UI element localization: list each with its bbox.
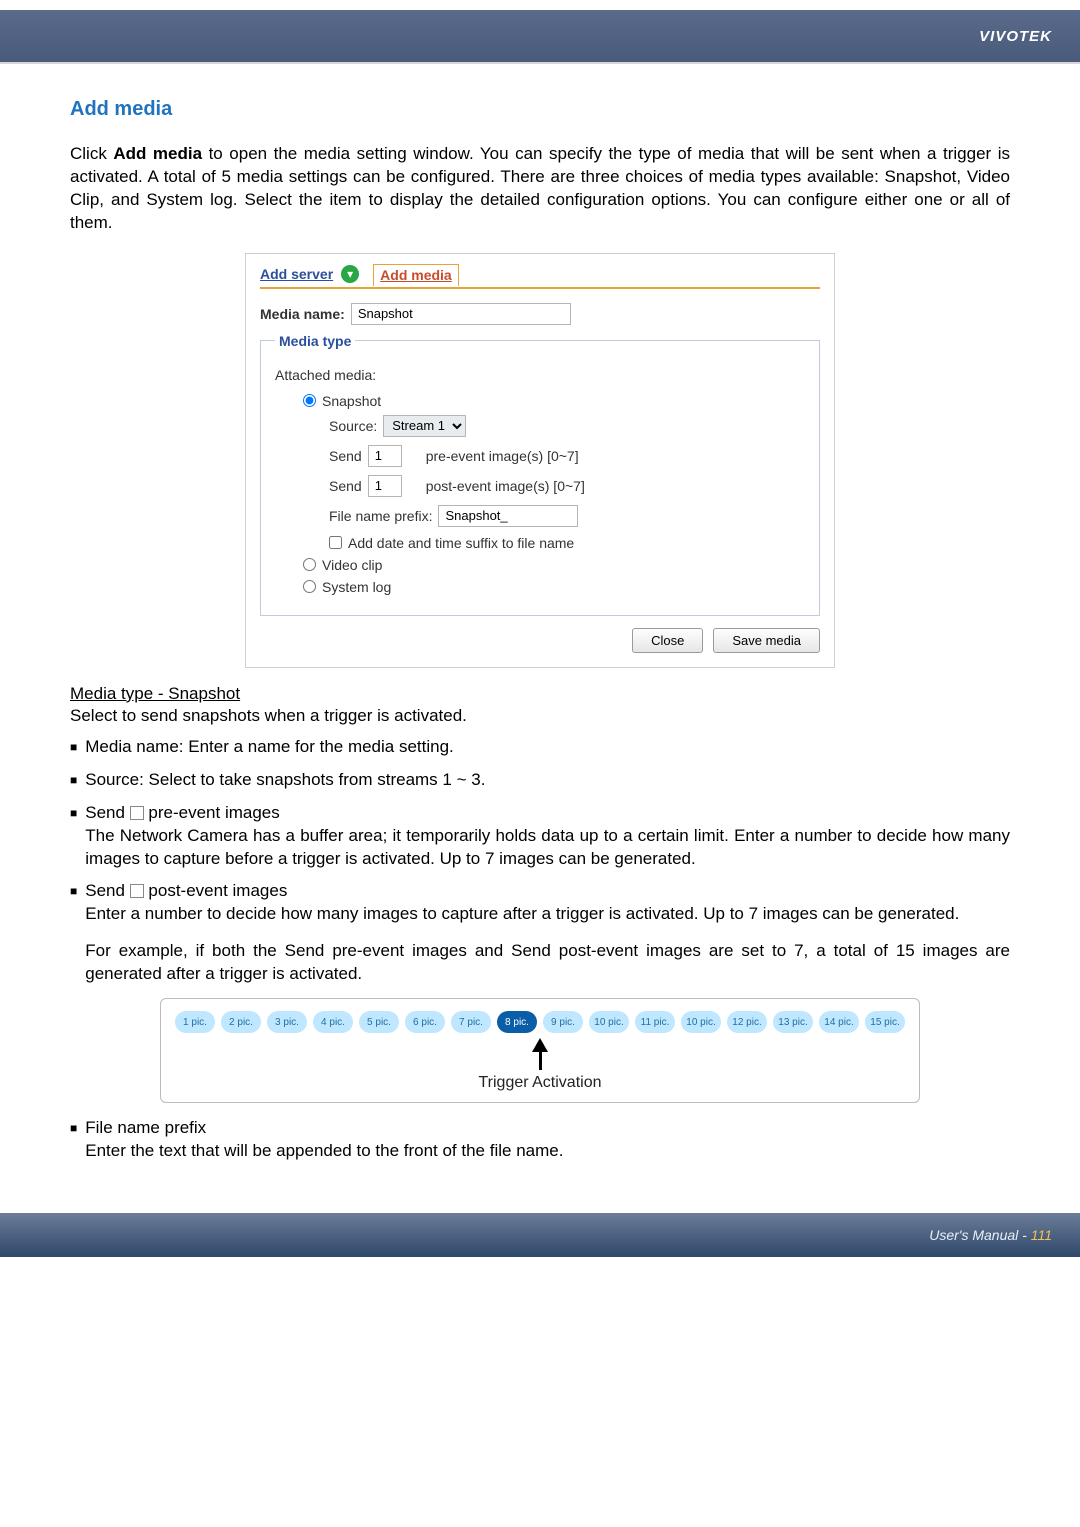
pic-item: 10 pic. (589, 1011, 629, 1033)
pic-item: 10 pic. (681, 1011, 721, 1033)
radio-syslog-row[interactable]: System log (303, 579, 805, 595)
bullet-post-event: ■ Send post-event images Enter a number … (70, 880, 1010, 986)
pic-item: 3 pic. (267, 1011, 307, 1033)
attached-media-label: Attached media: (275, 367, 805, 383)
header-band: VIVOTEK (0, 10, 1080, 62)
pic-item: 15 pic. (865, 1011, 905, 1033)
radio-video[interactable] (303, 558, 316, 571)
bullet-file-prefix: ■ File name prefix Enter the text that w… (70, 1117, 1010, 1163)
bullet-icon: ■ (70, 880, 77, 986)
bullet-icon: ■ (70, 736, 77, 759)
inline-box-icon (130, 884, 144, 898)
b3-body: The Network Camera has a buffer area; it… (85, 825, 1010, 871)
media-type-fieldset: Media type Attached media: Snapshot Sour… (260, 333, 820, 616)
bullet-pre-event: ■ Send pre-event images The Network Came… (70, 802, 1010, 871)
bullet-source: ■ Source: Select to take snapshots from … (70, 769, 1010, 792)
pic-item: 12 pic. (727, 1011, 767, 1033)
media-name-input[interactable] (351, 303, 571, 325)
pic-item: 14 pic. (819, 1011, 859, 1033)
bullet-icon: ■ (70, 769, 77, 792)
radio-video-label: Video clip (322, 557, 382, 573)
send-pre-label: Send (329, 448, 362, 464)
source-label: Source: (329, 418, 377, 434)
radio-video-row[interactable]: Video clip (303, 557, 805, 573)
pic-item: 9 pic. (543, 1011, 583, 1033)
b5-head: File name prefix (85, 1117, 1010, 1140)
b5-body: Enter the text that will be appended to … (85, 1140, 1010, 1163)
post-event-count-input[interactable] (368, 475, 402, 497)
trigger-diagram: 1 pic. 2 pic. 3 pic. 4 pic. 5 pic. 6 pic. 7 pi… (160, 998, 920, 1103)
save-media-button[interactable]: Save media (713, 628, 820, 653)
intro-paragraph: Click Add media to open the media settin… (70, 143, 1010, 235)
section-title: Add media (70, 98, 1010, 121)
pic-item: 11 pic. (635, 1011, 675, 1033)
pic-item: 6 pic. (405, 1011, 445, 1033)
date-suffix-row[interactable]: Add date and time suffix to file name (329, 535, 805, 551)
send-post-label: Send (329, 478, 362, 494)
radio-snapshot-row[interactable]: Snapshot (303, 393, 805, 409)
intro-bold: Add media (113, 144, 202, 163)
b3-lead: Send (85, 803, 129, 822)
arrow-up-icon (532, 1038, 548, 1070)
b4-body: Enter a number to decide how many images… (85, 903, 1010, 926)
close-button[interactable]: Close (632, 628, 703, 653)
pic-item: 1 pic. (175, 1011, 215, 1033)
intro-rest: to open the media setting window. You ca… (70, 144, 1010, 232)
post-event-suffix: post-event image(s) [0~7] (426, 478, 585, 494)
pic-item: 5 pic. (359, 1011, 399, 1033)
file-prefix-label: File name prefix: (329, 508, 432, 524)
radio-snapshot[interactable] (303, 394, 316, 407)
date-suffix-label: Add date and time suffix to file name (348, 535, 574, 551)
bullet-icon: ■ (70, 1117, 77, 1163)
intro-prefix: Click (70, 144, 113, 163)
footer-text: User's Manual - 111 (929, 1227, 1052, 1243)
pics-row: 1 pic. 2 pic. 3 pic. 4 pic. 5 pic. 6 pic. 7 pi… (175, 1011, 905, 1033)
bullet-icon: ■ (70, 802, 77, 871)
bullet-list: ■ Media name: Enter a name for the media… (70, 736, 1010, 986)
media-settings-panel: Add server ▾ Add media Media name: Media… (245, 253, 835, 668)
pic-trigger: 8 pic. (497, 1011, 537, 1033)
footer-band: User's Manual - 111 (0, 1213, 1080, 1257)
radio-snapshot-label: Snapshot (322, 393, 381, 409)
brand-label: VIVOTEK (979, 28, 1052, 45)
file-prefix-input[interactable] (438, 505, 578, 527)
tab-add-server[interactable]: Add server (260, 266, 333, 282)
b4-example: For example, if both the Send pre-event … (85, 940, 1010, 986)
tab-add-media[interactable]: Add media (373, 264, 459, 287)
trigger-activation-label: Trigger Activation (175, 1074, 905, 1092)
chevron-down-icon[interactable]: ▾ (341, 265, 359, 283)
bullet-media-name: ■ Media name: Enter a name for the media… (70, 736, 1010, 759)
pic-item: 13 pic. (773, 1011, 813, 1033)
snapshot-sub: Select to send snapshots when a trigger … (70, 706, 1010, 726)
b4-lead: Send (85, 881, 129, 900)
radio-syslog[interactable] (303, 580, 316, 593)
inline-box-icon (130, 806, 144, 820)
panel-tabs: Add server ▾ Add media (260, 264, 820, 289)
b3-tail: pre-event images (144, 803, 280, 822)
media-name-label: Media name: (260, 306, 345, 322)
source-select[interactable]: Stream 1 (383, 415, 466, 437)
b4-tail: post-event images (144, 881, 288, 900)
pre-event-suffix: pre-event image(s) [0~7] (426, 448, 579, 464)
radio-syslog-label: System log (322, 579, 391, 595)
media-type-legend: Media type (275, 333, 355, 349)
pre-event-count-input[interactable] (368, 445, 402, 467)
pic-item: 2 pic. (221, 1011, 261, 1033)
pic-item: 7 pic. (451, 1011, 491, 1033)
date-suffix-checkbox[interactable] (329, 536, 342, 549)
snapshot-heading: Media type - Snapshot (70, 684, 1010, 704)
pic-item: 4 pic. (313, 1011, 353, 1033)
